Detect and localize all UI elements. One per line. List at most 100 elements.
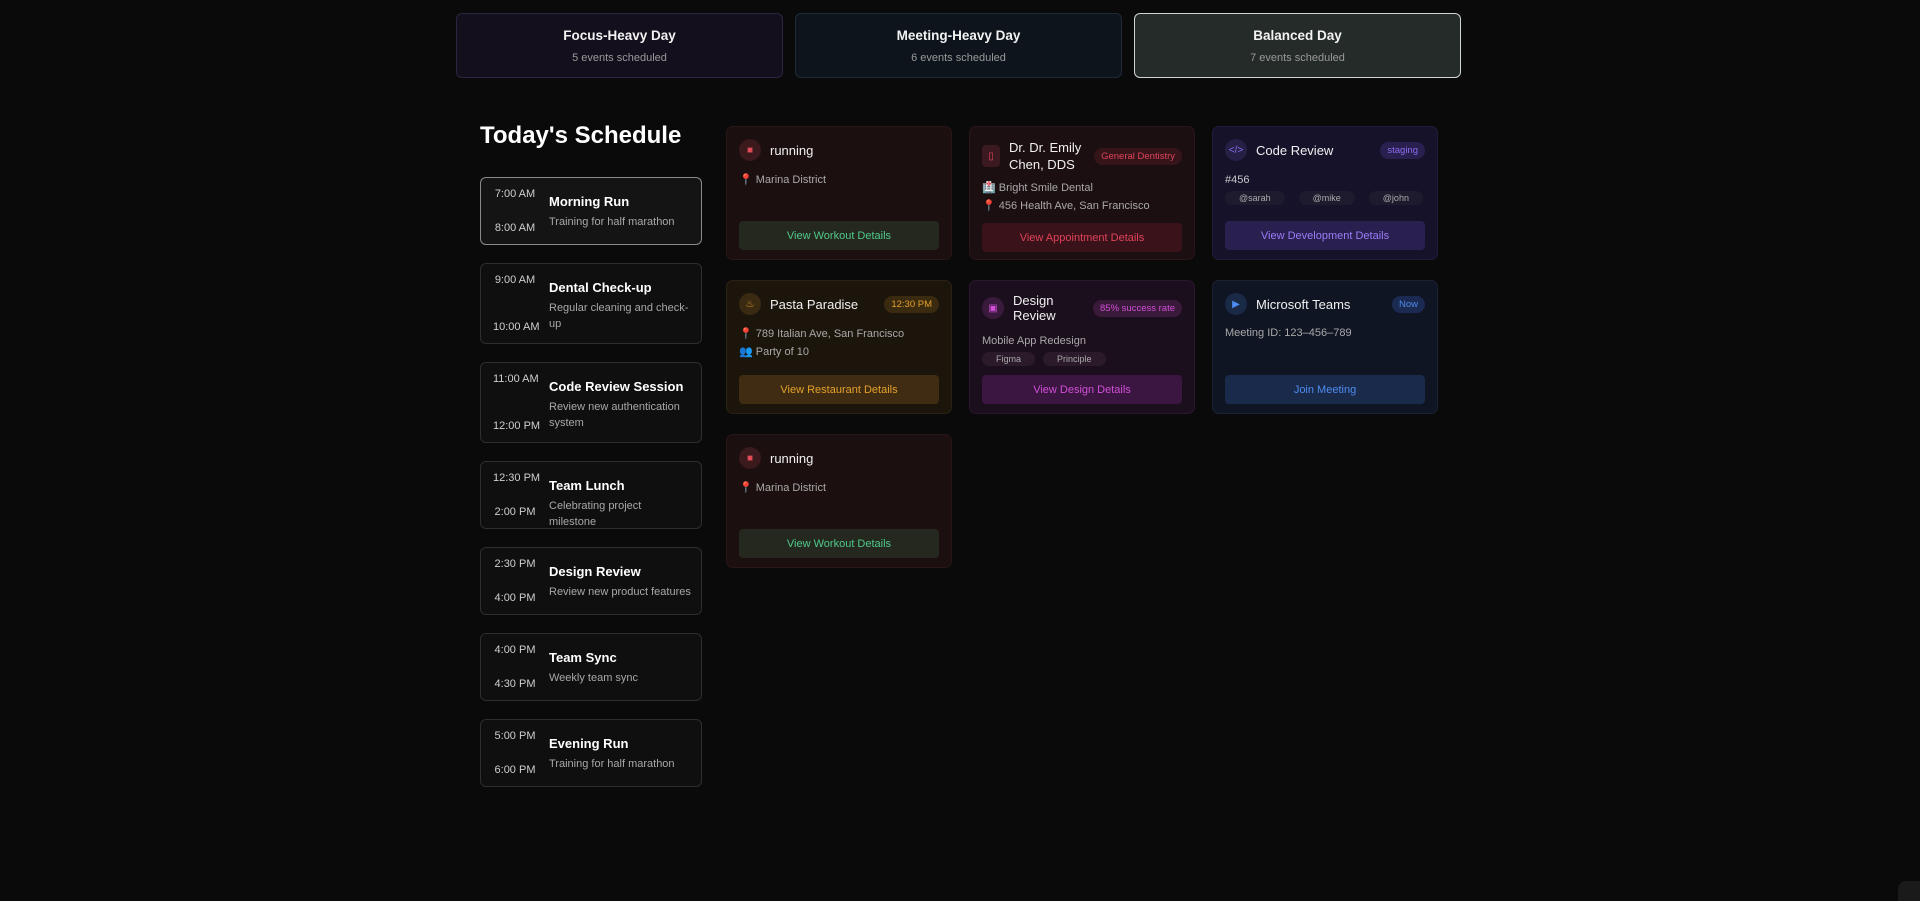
card-title: Microsoft Teams xyxy=(1256,296,1351,312)
tool-chip: Figma xyxy=(982,352,1036,366)
schedule-item-times: 5:00 PM 6:00 PM xyxy=(493,730,537,776)
schedule-item-times: 9:00 AM 10:00 AM xyxy=(493,274,539,333)
appointment-card: ▯ Dr. Dr. Emily Chen, DDS General Dentis… xyxy=(969,126,1195,260)
tab-focus-heavy-day[interactable]: Focus-Heavy Day 5 events scheduled xyxy=(456,13,783,78)
event-description: Celebrating project milestone xyxy=(549,500,642,528)
environment-badge: staging xyxy=(1380,141,1425,159)
end-time: 12:00 PM xyxy=(493,420,541,432)
start-time: 7:00 AM xyxy=(494,188,536,200)
event-name: Evening Run xyxy=(549,736,629,751)
running-icon: ■ xyxy=(739,447,761,469)
tab-meeting-heavy-day[interactable]: Meeting-Heavy Day 6 events scheduled xyxy=(795,13,1122,78)
start-time: 9:00 AM xyxy=(494,274,536,286)
card-title: Pasta Paradise xyxy=(770,296,859,312)
start-time: 5:00 PM xyxy=(494,730,536,742)
event-description: Training for half marathon xyxy=(549,216,675,228)
join-meeting-button[interactable]: Join Meeting xyxy=(1225,375,1425,404)
success-rate-badge: 85% success rate xyxy=(1093,299,1182,317)
start-time: 12:30 PM xyxy=(493,472,541,484)
schedule-item-times: 2:30 PM 4:00 PM xyxy=(493,558,537,604)
schedule-item[interactable]: 4:00 PM 4:30 PM Team Sync Weekly team sy… xyxy=(480,633,702,701)
card-title: running xyxy=(770,142,814,158)
image-icon: ▣ xyxy=(982,297,1004,319)
view-workout-details-button[interactable]: View Workout Details xyxy=(739,529,939,558)
running-icon: ■ xyxy=(739,139,761,161)
clinic-address: 📍 456 Health Ave, San Francisco xyxy=(982,200,1150,212)
location: 📍 Marina District xyxy=(739,174,827,186)
workout-card: ■ running 📍 Marina District View Workout… xyxy=(726,434,952,568)
reviewer-chip: @sarah xyxy=(1225,191,1285,205)
video-icon: ▶ xyxy=(1225,293,1247,315)
reviewer-list: @sarah @mike @john xyxy=(1225,191,1425,205)
reviewer-chip: @john xyxy=(1368,191,1423,205)
schedule-title: Today's Schedule xyxy=(480,122,682,149)
schedule-item-times: 12:30 PM 2:00 PM xyxy=(493,472,541,518)
event-name: Morning Run xyxy=(549,194,630,209)
tab-title: Meeting-Heavy Day xyxy=(896,28,1021,43)
card-title: Design Review xyxy=(1013,293,1056,323)
schedule-item[interactable]: 7:00 AM 8:00 AM Morning Run Training for… xyxy=(480,177,702,245)
end-time: 8:00 AM xyxy=(494,222,536,234)
event-description: Training for half marathon xyxy=(549,758,675,770)
view-workout-details-button[interactable]: View Workout Details xyxy=(739,221,939,250)
schedule-item[interactable]: 2:30 PM 4:00 PM Design Review Review new… xyxy=(480,547,702,615)
end-time: 2:00 PM xyxy=(494,506,536,518)
workout-card: ■ running 📍 Marina District View Workout… xyxy=(726,126,952,260)
meeting-id: Meeting ID: 123–456–789 xyxy=(1225,327,1352,339)
event-description: Regular cleaning and check-up xyxy=(549,302,689,330)
tool-list: Figma Principle xyxy=(982,352,1182,366)
event-name: Team Lunch xyxy=(549,478,625,493)
time-badge: 12:30 PM xyxy=(884,295,939,313)
schedule-item[interactable]: 11:00 AM 12:00 PM Code Review Session Re… xyxy=(480,362,702,443)
restaurant-address: 📍 789 Italian Ave, San Francisco xyxy=(739,328,905,340)
event-name: Dental Check-up xyxy=(549,280,652,295)
specialty-badge: General Dentistry xyxy=(1094,147,1182,165)
restaurant-card: ♨ Pasta Paradise 12:30 PM 📍 789 Italian … xyxy=(726,280,952,414)
card-title: Code Review xyxy=(1256,142,1334,158)
code-icon: </> xyxy=(1225,139,1247,161)
location: 📍 Marina District xyxy=(739,482,827,494)
tab-subtitle: 6 events scheduled xyxy=(911,52,1006,64)
card-title: running xyxy=(770,450,814,466)
pr-number: #456 xyxy=(1225,174,1250,186)
schedule-item-times: 11:00 AM 12:00 PM xyxy=(493,373,541,432)
development-card: </> Code Review staging #456 @sarah @mik… xyxy=(1212,126,1438,260)
day-type-tabs: Focus-Heavy Day 5 events scheduled Meeti… xyxy=(456,13,1461,78)
tool-chip: Principle xyxy=(1043,352,1106,366)
tab-title: Balanced Day xyxy=(1253,28,1342,43)
event-description: Review new authentication system xyxy=(549,401,680,429)
view-appointment-details-button[interactable]: View Appointment Details xyxy=(982,223,1182,252)
view-development-details-button[interactable]: View Development Details xyxy=(1225,221,1425,250)
card-title: Dr. Dr. Emily Chen, DDS xyxy=(1009,140,1082,172)
schedule-item[interactable]: 9:00 AM 10:00 AM Dental Check-up Regular… xyxy=(480,263,702,344)
end-time: 4:00 PM xyxy=(494,592,536,604)
end-time: 6:00 PM xyxy=(494,764,536,776)
scroll-corner xyxy=(1898,881,1920,901)
reviewer-chip: @mike xyxy=(1298,191,1355,205)
schedule-item[interactable]: 5:00 PM 6:00 PM Evening Run Training for… xyxy=(480,719,702,787)
clinic-name: 🏥 Bright Smile Dental xyxy=(982,182,1093,194)
schedule-item-times: 7:00 AM 8:00 AM xyxy=(493,188,537,234)
utensils-icon: ♨ xyxy=(739,293,761,315)
project-name: Mobile App Redesign xyxy=(982,335,1086,347)
status-badge: Now xyxy=(1391,295,1425,313)
event-name: Design Review xyxy=(549,564,641,579)
party-size: 👥 Party of 10 xyxy=(739,346,809,358)
event-description: Weekly team sync xyxy=(549,672,639,684)
start-time: 4:00 PM xyxy=(494,644,536,656)
tab-title: Focus-Heavy Day xyxy=(563,28,676,43)
design-card: ▣ Design Review 85% success rate Mobile … xyxy=(969,280,1195,414)
schedule-list: 7:00 AM 8:00 AM Morning Run Training for… xyxy=(480,177,702,805)
event-name: Code Review Session xyxy=(549,379,684,394)
end-time: 4:30 PM xyxy=(494,678,536,690)
start-time: 11:00 AM xyxy=(493,373,539,385)
event-name: Team Sync xyxy=(549,650,617,665)
view-design-details-button[interactable]: View Design Details xyxy=(982,375,1182,404)
tab-balanced-day[interactable]: Balanced Day 7 events scheduled xyxy=(1134,13,1461,78)
view-restaurant-details-button[interactable]: View Restaurant Details xyxy=(739,375,939,404)
meeting-card: ▶ Microsoft Teams Now Meeting ID: 123–45… xyxy=(1212,280,1438,414)
hospital-icon: ▯ xyxy=(982,145,1000,167)
event-description: Review new product features xyxy=(549,586,691,598)
schedule-item[interactable]: 12:30 PM 2:00 PM Team Lunch Celebrating … xyxy=(480,461,702,529)
start-time: 2:30 PM xyxy=(494,558,536,570)
